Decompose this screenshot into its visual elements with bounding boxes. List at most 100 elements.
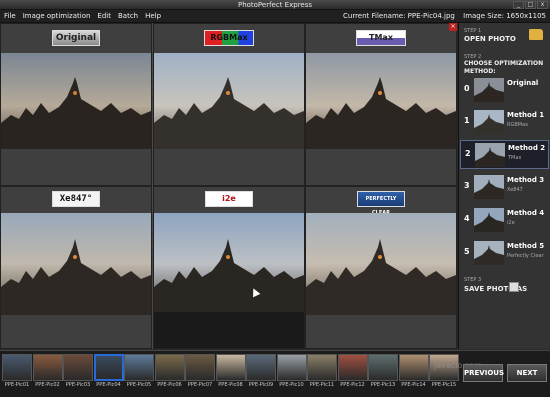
thumbnail-image [215,354,246,381]
filmstrip-thumbnail[interactable]: PPE-Pic10 [276,354,307,389]
close-grid-icon[interactable]: × [449,23,457,31]
method-row-4[interactable]: 4 Method 4 i2e [460,206,549,235]
close-button[interactable]: x [537,1,548,9]
filmstrip-thumbnail[interactable]: PPE-Pic02 [32,354,63,389]
minimize-button[interactable]: _ [513,1,524,9]
thumbnail-label: PPE-Pic07 [187,382,213,388]
filmstrip-thumbnail[interactable]: PPE-Pic05 [124,354,154,389]
image-size: Image Size: 1650x1105 [463,12,546,20]
photo-preview [306,213,456,315]
window-title: PhotoPerfect Express [237,1,313,9]
method-thumbnail [474,110,504,134]
photo-preview [1,213,151,315]
method-thumbnail [474,241,504,265]
filmstrip-thumbnail[interactable]: PPE-Pic13 [368,354,398,389]
workflow-panel: STEP 1 OPEN PHOTO STEP 2 CHOOSE OPTIMIZA… [458,23,550,349]
thumbnail-label: PPE-Pic05 [126,382,152,388]
file-info: Current Filename: PPE-Pic04.jpg Image Si… [337,10,546,23]
thumbnail-image [63,354,93,381]
thumbnail-image [368,354,398,381]
method-row-1[interactable]: 1 Method 1 RGBMax [460,108,549,137]
filmstrip-thumbnail[interactable]: PPE-Pic04 [93,354,124,389]
method-logo-tmax: TMax [356,30,406,46]
photo-preview [154,53,304,149]
method-thumbnail [474,78,504,102]
photo-preview [154,213,304,315]
thumbnail-label: PPE-Pic11 [309,382,335,388]
thumbnail-image [154,354,185,381]
previous-button[interactable]: PREVIOUS [463,364,504,382]
menu-edit[interactable]: Edit [97,10,111,23]
title-bar: PhotoPerfect Express _ □ x [0,0,550,10]
method-thumbnail [474,208,504,232]
filmstrip-thumbnail[interactable]: PPE-Pic14 [398,354,429,389]
method-logo-rgbmax: RGBMax [204,30,254,46]
photo-preview [306,53,456,149]
photo-preview [1,53,151,149]
filmstrip-thumbnail[interactable]: PPE-Pic01 [2,354,32,389]
thumbnail-image [276,354,307,381]
thumbnail-image [93,354,124,381]
filmstrip-thumbnail[interactable]: PPE-Pic12 [337,354,368,389]
preview-rgbmax[interactable]: RGBMax [153,23,305,186]
preview-original[interactable]: Original [0,23,152,186]
method-logo-perfectly-clear: PERFECTLY CLEAR [357,191,405,216]
filmstrip-thumbnail[interactable]: PPE-Pic08 [215,354,246,389]
next-button[interactable]: NEXT [507,364,547,382]
menu-file[interactable]: File [4,10,16,23]
step1-label: STEP 1 [464,28,482,34]
filmstrip-thumbnail[interactable]: PPE-Pic03 [63,354,93,389]
preview-perfectly-clear[interactable]: PERFECTLY CLEAR [305,186,457,349]
method-logo-original: Original [52,30,100,46]
step3-label: STEP 3 [464,277,482,283]
thumbnail-label: PPE-Pic09 [248,382,274,388]
thumbnail-image [2,354,32,381]
thumbnail-label: PPE-Pic04 [96,382,121,388]
menu-help[interactable]: Help [145,10,161,23]
save-icon[interactable] [509,282,519,292]
thumbnail-image [185,354,215,381]
method-row-3[interactable]: 3 Method 3 Xe847 [460,173,549,202]
choose-method-heading: CHOOSE OPTIMIZATION METHOD: [464,60,544,75]
thumbnail-label: PPE-Pic14 [401,382,426,388]
thumbnail-label: PPE-Pic13 [370,382,396,388]
folder-icon[interactable] [529,29,543,40]
preview-xe847[interactable]: Xe847° [0,186,152,349]
thumbnail-label: PPE-Pic08 [218,382,243,388]
thumbnail-image [307,354,337,381]
method-thumbnail [474,175,504,199]
filmstrip: PPE-Pic01 PPE-Pic02 PPE-Pic03 PPE-Pic04 PPE-… [0,350,550,397]
method-row-0[interactable]: 0 Original [460,76,549,105]
filmstrip-thumbnail[interactable]: PPE-Pic06 [154,354,185,389]
thumbnail-image [398,354,429,381]
thumbnail-label: PPE-Pic15 [431,382,457,388]
thumbnail-label: PPE-Pic01 [4,382,30,388]
filmstrip-thumbnails: PPE-Pic01 PPE-Pic02 PPE-Pic03 PPE-Pic04 PPE-… [2,354,460,397]
method-row-2[interactable]: 2 Method 2 TMax [460,140,549,169]
method-logo-xe847: Xe847° [52,191,100,207]
preview-tmax[interactable]: TMax [305,23,457,186]
menu-bar: File Image optimization Edit Batch Help … [0,10,550,23]
comparison-grid: Original RGBMax TMax Xe847° i2e PERFECTL… [0,23,457,349]
thumbnail-label: PPE-Pic10 [279,382,304,388]
open-photo-button[interactable]: OPEN PHOTO [464,35,516,43]
preview-i2e[interactable]: i2e [153,186,305,349]
current-filename: Current Filename: PPE-Pic04.jpg [343,12,455,20]
menu-batch[interactable]: Batch [118,10,138,23]
filmstrip-thumbnail[interactable]: PPE-Pic11 [307,354,337,389]
maximize-button[interactable]: □ [525,1,536,9]
method-row-5[interactable]: 5 Method 5 Perfectly Clear [460,239,549,268]
thumbnail-label: PPE-Pic03 [65,382,91,388]
thumbnail-label: PPE-Pic02 [35,382,60,388]
thumbnail-label: PPE-Pic12 [340,382,365,388]
menu-image-optimization[interactable]: Image optimization [23,10,91,23]
thumbnail-image [337,354,368,381]
thumbnail-image [124,354,154,381]
thumbnail-label: PPE-Pic06 [157,382,182,388]
filmstrip-thumbnail[interactable]: PPE-Pic07 [185,354,215,389]
filmstrip-thumbnail[interactable]: PPE-Pic09 [246,354,276,389]
thumbnail-image [246,354,276,381]
thumbnail-image [32,354,63,381]
filmstrip-thumbnail[interactable]: PPE-Pic15 [429,354,459,389]
method-thumbnail [475,143,505,167]
